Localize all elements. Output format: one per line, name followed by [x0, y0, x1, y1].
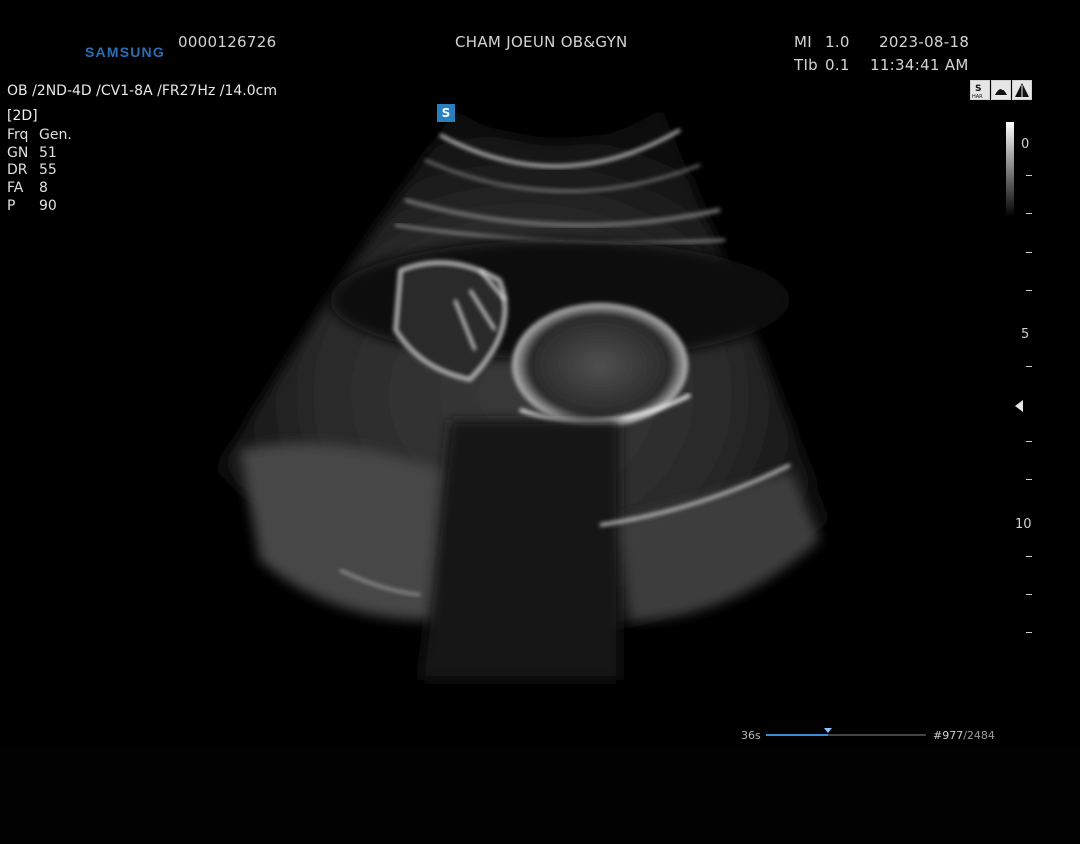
mi-value: 1.0 — [825, 33, 850, 51]
mi-label: MI — [794, 33, 812, 51]
orientation-marker: S — [437, 104, 455, 122]
cine-thumb[interactable] — [824, 728, 833, 733]
param-key: Frq — [7, 127, 29, 143]
param-row: FA 8 — [7, 180, 72, 198]
param-row: Frq Gen. — [7, 127, 72, 145]
cine-frame-total: /2484 — [963, 729, 995, 742]
depth-label: 5 — [1021, 327, 1030, 342]
depth-tick — [1026, 252, 1032, 253]
svg-text:HAR: HAR — [972, 94, 983, 99]
param-value: 90 — [39, 197, 57, 214]
focus-arrow-icon — [1015, 400, 1023, 412]
param-row: P 90 — [7, 198, 72, 216]
cine-frame-current: #977 — [933, 729, 964, 742]
param-row: GN 51 — [7, 145, 72, 163]
s-har-icon: S HAR — [970, 80, 990, 100]
param-key: DR — [7, 162, 28, 179]
param-key: GN — [7, 144, 29, 161]
bottom-strip — [0, 747, 1080, 844]
param-value: 51 — [39, 144, 57, 161]
depth-tick — [1026, 594, 1032, 595]
cine-elapsed: 36s — [741, 729, 761, 742]
param-key: P — [7, 197, 16, 214]
param-value: Gen. — [39, 127, 72, 143]
param-value: 55 — [39, 162, 57, 179]
tib-label: TIb — [794, 56, 819, 74]
depth-tick — [1026, 479, 1032, 480]
depth-tick — [1026, 556, 1032, 557]
depth-tick — [1026, 441, 1032, 442]
param-key: FA — [7, 180, 24, 197]
imaging-params: Frq Gen. GN 51 DR 55 FA 8 P 90 — [7, 127, 72, 216]
param-row: DR 55 — [7, 162, 72, 180]
probe-preset-line: OB /2ND-4D /CV1-8A /FR27Hz /14.0cm — [7, 83, 277, 99]
svg-text:S: S — [975, 84, 981, 94]
exam-time: 11:34:41 AM — [870, 56, 969, 74]
patient-id: 0000126726 — [178, 33, 277, 51]
depth-tick — [1026, 366, 1032, 367]
ultrasound-image — [215, 108, 830, 680]
depth-tick — [1026, 290, 1032, 291]
exam-date: 2023-08-18 — [879, 33, 970, 51]
cine-progress — [766, 734, 829, 736]
grayscale-bar — [1006, 122, 1014, 217]
param-value: 8 — [39, 180, 48, 197]
cine-slider[interactable] — [766, 728, 926, 736]
cine-frame: #977/2484 — [933, 729, 995, 742]
probe-icon — [991, 80, 1011, 100]
depth-label: 10 — [1015, 517, 1032, 532]
biopsy-icon — [1012, 80, 1032, 100]
depth-tick — [1026, 175, 1032, 176]
facility-name: CHAM JOEUN OB&GYN — [455, 33, 628, 51]
depth-tick — [1026, 632, 1032, 633]
brand-logo: SAMSUNG — [85, 44, 165, 60]
imaging-mode: [2D] — [7, 108, 38, 124]
depth-tick — [1026, 213, 1032, 214]
tib-value: 0.1 — [825, 56, 850, 74]
depth-label: 0 — [1021, 137, 1030, 152]
